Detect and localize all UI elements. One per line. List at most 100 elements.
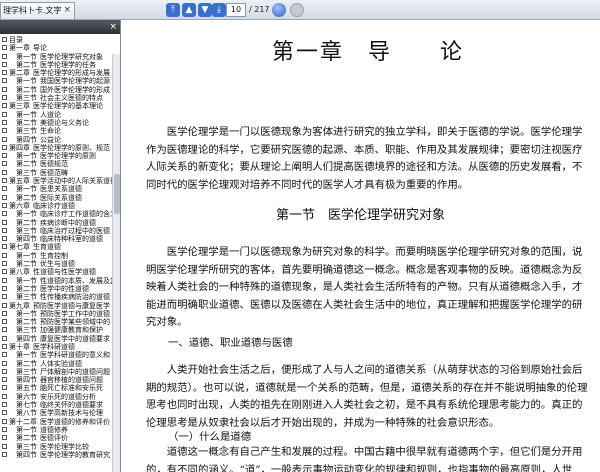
toc-item[interactable]: 第二节 优生与道德 [0,260,120,268]
toc-item-label: 医学伦理学的原则、规范 [33,143,110,152]
toc-item[interactable]: 第八章 性道德与性医学道德 [0,268,120,276]
bookmark-icon [2,319,7,325]
toc-item[interactable]: 第三章 医学伦理学的基本理论 [0,102,120,110]
bookmark-icon [2,186,7,192]
toc-item[interactable]: 第四节 公益论 [0,136,120,144]
last-page-icon[interactable]: ⤓ [212,3,226,17]
toc-item[interactable]: 第五章 医学活动中的人际关系道德 [0,177,120,185]
toc-item-label: 生育道德 [33,243,61,252]
toc-item[interactable]: 目录 [0,36,120,44]
first-page-icon[interactable]: ⤒ [166,3,180,17]
toc-item-label: 生命论 [40,127,61,136]
toc-item[interactable]: 第二节 人体实验道德 [0,360,120,368]
toc-item[interactable]: 第一节 人道论 [0,111,120,119]
toc-item[interactable]: 第六节 安乐死的道德分析 [0,393,120,401]
toc-item[interactable]: 第四节 临床特种科室的道德 [0,235,120,243]
toc-item-number: 第四节 [16,450,37,459]
toc-item-label: 器官移植的道德问题 [40,376,103,385]
toc-item-number: 第七章 [9,243,30,252]
toc-item[interactable]: 第二节 医学中的性道德 [0,285,120,293]
bookmark-icon [2,261,7,267]
toc-item[interactable]: 第二节 美德论与义务论 [0,119,120,127]
toc-item[interactable]: 第三节 尸体解剖中的道德问题 [0,368,120,376]
bookmark-icon [2,426,7,432]
sidebar-scrollbar[interactable] [112,54,120,472]
toc-item-number: 第一节 [16,110,37,119]
toc-item[interactable]: 第十章 医学科研道德 [0,343,120,351]
toc-item[interactable]: 第一节 预防医学工作中的道德 [0,310,120,318]
toc-item-number: 第一节 [16,210,37,219]
bookmark-icon [2,335,7,341]
toc-item[interactable]: 第五节 脑死亡标准和安乐死 [0,384,120,392]
toc-item[interactable]: 第三节 医学伦理学比较 [0,443,120,451]
bookmark-icon [2,410,7,416]
toc-item[interactable]: 第二节 疾病诊断中的道德 [0,219,120,227]
toc-item[interactable]: 第四章 医学伦理学的原则、规范 [0,144,120,152]
document-tab[interactable]: 理学科卜卡.文字部 × [0,2,75,19]
toc-item[interactable]: 第三节 社会主义医德的特点 [0,94,120,102]
toc-item[interactable]: 第四节 医学伦理学的教育研究 [0,451,120,459]
toc-item-number: 第四节 [16,235,37,244]
toc-item[interactable]: 第一节 医学伦理学研究对象 [0,53,120,61]
toc-item[interactable]: 第一章 导论 [0,44,120,52]
toc-item-label: 导论 [33,44,47,53]
toc-item[interactable]: 第三节 医德范畴 [0,169,120,177]
toc-item[interactable]: 第六章 临床诊疗道德 [0,202,120,210]
toc-item[interactable]: 第一节 道德修养 [0,426,120,434]
paragraph: 医学伦理学是一门以医德现象为客体进行研究的独立学科，即关于医德的学说。医学伦理学… [146,126,583,191]
toc-item[interactable]: 第十二章 医学道德的修养和评价 [0,418,120,426]
sidebar-close-icon[interactable]: × [109,21,117,33]
toc-item[interactable]: 第九章 预防医学道德与康复医学 [0,302,120,310]
toc-item[interactable]: 第三节 加强健康教育和保护 [0,326,120,334]
toc-item-label: 性传播疾病防治的道德 [40,293,110,302]
toc-item[interactable]: 第四节 康复医学中的道德要求 [0,335,120,343]
toc-item-label: 社会主义医德的特点 [40,94,103,103]
toc-item[interactable]: 第二节 医德规范 [0,160,120,168]
tab-close-icon[interactable]: × [63,3,71,18]
bookmark-icon [2,327,7,333]
toc-item-number: 第一节 [16,251,37,260]
bookmark-icon [2,244,7,250]
toc-item[interactable]: 第一节 生育控制 [0,252,120,260]
toc-item[interactable]: 第二节 医学伦理学的任务 [0,61,120,69]
bookmark-icon [2,435,7,441]
next-page-icon[interactable]: ▼ [198,3,212,17]
toc-item[interactable]: 第一节 我国医学伦理学的起源 [0,77,120,85]
toc-item[interactable]: 第二节 医际关系道德 [0,194,120,202]
toc-item[interactable]: 第八节 医学高新技术与伦理 [0,409,120,417]
previous-page-icon[interactable]: ▲ [182,3,196,17]
toc-item-label: 预防医学工作中的道德 [40,309,110,318]
toc-item[interactable]: 第三节 临床治疗过程中的医德 [0,227,120,235]
page-number-input[interactable]: 10 [226,3,246,17]
zoom-icon[interactable] [272,3,286,17]
toc-item[interactable]: 第三节 性传播疾病防治的道德 [0,293,120,301]
toc-item-number: 第一节 [16,185,37,194]
toc-item[interactable]: 第一节 医学科研道德的意义和 [0,351,120,359]
toc-item[interactable]: 第二节 医德评价 [0,434,120,442]
bookmark-icon [2,294,7,300]
toc-item[interactable]: 第一节 性道德的本质、发展及其 [0,277,120,285]
toc-item-number: 第三节 [16,367,37,376]
options-icon[interactable] [290,3,304,17]
toc-item[interactable]: 第二章 医学伦理学的形成与发展 [0,69,120,77]
toc-item[interactable]: 第二节 预防医学某些领域中的 [0,318,120,326]
bookmark-icon [2,111,7,117]
bookmark-icon [2,202,7,208]
toc-item[interactable]: 第一节 临床诊疗工作道德的含义 [0,210,120,218]
toc-item-number: 第二节 [16,218,37,227]
bookmark-icon [2,144,7,150]
toc-item[interactable]: 第四节 器官移植的道德问题 [0,376,120,384]
toc-item-number: 第四章 [9,143,30,152]
sidebar-scroll-thumb[interactable] [114,174,120,214]
toc-item[interactable]: 第一节 医学伦理学的原则 [0,152,120,160]
toc-item[interactable]: 第二节 国外医学伦理学的形成 [0,86,120,94]
toc-item[interactable]: 第七节 临终关怀的道德要求 [0,401,120,409]
toc-item-label: 临终关怀的道德要求 [40,401,103,410]
toc-item-label: 医际关系道德 [40,193,82,202]
toc-item-number: 第一章 [9,44,30,53]
toc-item[interactable]: 第三节 生命论 [0,127,120,135]
toc-item-number: 第五节 [16,384,37,393]
toc-item[interactable]: 第七章 生育道德 [0,243,120,251]
toc-item[interactable]: 第一节 医患关系道德 [0,185,120,193]
toc-item-label: 美德论与义务论 [40,118,89,127]
